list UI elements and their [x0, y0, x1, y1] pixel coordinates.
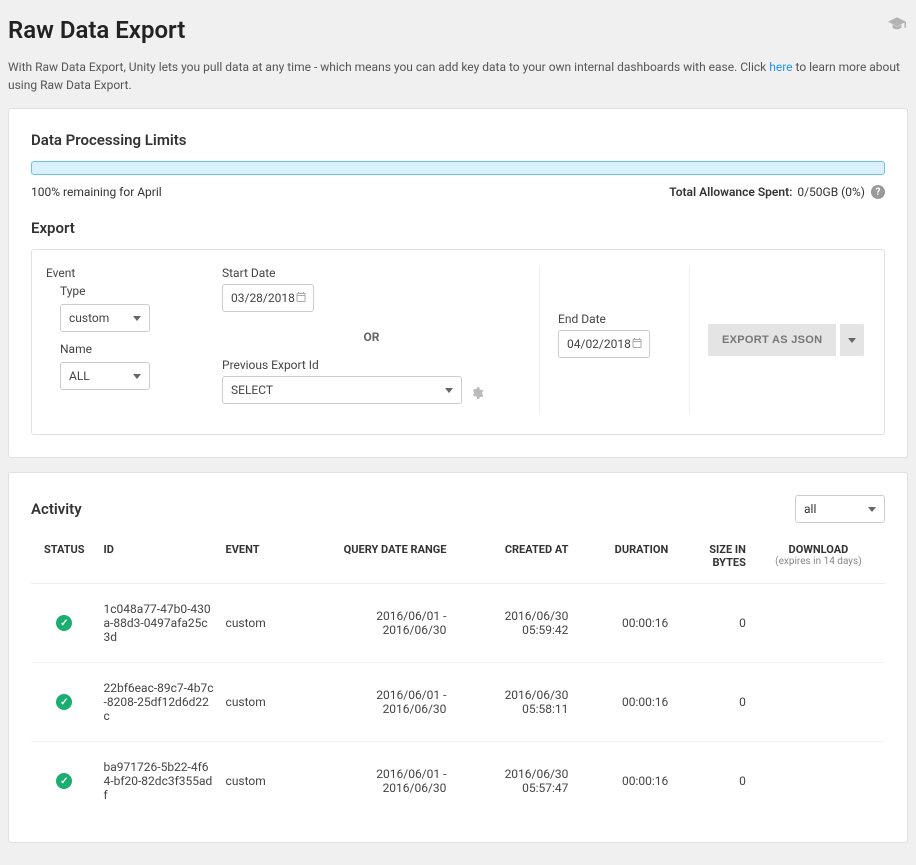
prev-export-label: Previous Export Id: [222, 358, 521, 372]
caret-down-icon: [133, 374, 141, 379]
col-download-sub: (expires in 14 days): [758, 556, 879, 567]
row-size: 0: [674, 742, 752, 821]
export-card: Data Processing Limits 100% remaining fo…: [8, 108, 908, 458]
row-size: 0: [674, 584, 752, 663]
row-download[interactable]: [752, 584, 885, 663]
col-range: QUERY DATE RANGE: [308, 537, 452, 584]
type-label: Type: [60, 284, 206, 298]
caret-down-icon: [848, 338, 856, 343]
row-event: custom: [220, 742, 309, 821]
caret-down-icon: [445, 388, 453, 393]
or-label: OR: [222, 330, 521, 344]
table-row: ✓ 22bf6eac-89c7-4b7c-8208-25df12d6d22ccus…: [31, 663, 885, 742]
status-ok-icon: ✓: [56, 694, 72, 710]
intro-text: With Raw Data Export, Unity lets you pul…: [8, 58, 908, 94]
export-dropdown-button[interactable]: [840, 324, 864, 356]
calendar-icon: [295, 291, 307, 306]
end-date-value: 04/02/2018: [567, 337, 631, 351]
row-event: custom: [220, 663, 309, 742]
name-value: ALL: [69, 369, 90, 383]
row-id: 1c048a77-47b0-430a-88d3-0497afa25c3d: [98, 584, 220, 663]
caret-down-icon: [868, 507, 876, 512]
start-date-label: Start Date: [222, 266, 521, 280]
gear-icon[interactable]: [470, 386, 484, 404]
status-ok-icon: ✓: [56, 615, 72, 631]
row-event: custom: [220, 584, 309, 663]
col-event: EVENT: [220, 537, 309, 584]
type-value: custom: [69, 311, 109, 325]
event-label: Event: [46, 266, 206, 280]
name-select[interactable]: ALL: [60, 362, 150, 390]
col-duration: DURATION: [574, 537, 674, 584]
limits-title: Data Processing Limits: [31, 131, 885, 149]
status-ok-icon: ✓: [56, 773, 72, 789]
allowance-label: Total Allowance Spent:: [669, 185, 792, 199]
row-range: 2016/06/01 - 2016/06/30: [308, 584, 452, 663]
intro-before: With Raw Data Export, Unity lets you pul…: [8, 60, 769, 74]
row-id: ba971726-5b22-4f64-bf20-82dc3f355adf: [98, 742, 220, 821]
prev-export-select[interactable]: SELECT: [222, 376, 462, 404]
row-download[interactable]: [752, 742, 885, 821]
export-button[interactable]: EXPORT AS JSON: [708, 324, 836, 356]
help-icon[interactable]: ?: [871, 185, 885, 199]
export-form: Event Type custom Name ALL Start Date 03…: [31, 249, 885, 435]
activity-table: STATUS ID EVENT QUERY DATE RANGE CREATED…: [31, 537, 885, 820]
row-created: 2016/06/30 05:57:47: [452, 742, 574, 821]
row-duration: 00:00:16: [574, 584, 674, 663]
remaining-text: 100% remaining for April: [31, 185, 162, 199]
row-download[interactable]: [752, 663, 885, 742]
end-date-input[interactable]: 04/02/2018: [558, 330, 650, 358]
col-id: ID: [98, 537, 220, 584]
col-created: CREATED AT: [452, 537, 574, 584]
row-created: 2016/06/30 05:58:11: [452, 663, 574, 742]
page-title: Raw Data Export: [8, 16, 185, 44]
row-duration: 00:00:16: [574, 742, 674, 821]
col-size: SIZE IN BYTES: [674, 537, 752, 584]
allowance-value: 0/50GB (0%): [797, 185, 865, 199]
prev-export-value: SELECT: [231, 383, 273, 397]
activity-title: Activity: [31, 500, 82, 518]
learn-more-link[interactable]: here: [769, 60, 792, 74]
activity-filter-select[interactable]: all: [795, 495, 885, 523]
calendar-icon: [631, 337, 643, 352]
start-date-input[interactable]: 03/28/2018: [222, 284, 314, 312]
start-date-value: 03/28/2018: [231, 291, 295, 305]
table-row: ✓ 1c048a77-47b0-430a-88d3-0497afa25c3dcus…: [31, 584, 885, 663]
row-created: 2016/06/30 05:59:42: [452, 584, 574, 663]
name-label: Name: [60, 342, 206, 356]
row-range: 2016/06/01 - 2016/06/30: [308, 663, 452, 742]
export-title: Export: [31, 219, 885, 237]
activity-filter-value: all: [804, 502, 816, 516]
row-size: 0: [674, 663, 752, 742]
col-status: STATUS: [31, 537, 98, 584]
row-duration: 00:00:16: [574, 663, 674, 742]
education-icon[interactable]: [888, 16, 908, 35]
col-download-label: DOWNLOAD: [789, 543, 849, 556]
table-row: ✓ ba971726-5b22-4f64-bf20-82dc3f355adfcus…: [31, 742, 885, 821]
type-select[interactable]: custom: [60, 304, 150, 332]
row-range: 2016/06/01 - 2016/06/30: [308, 742, 452, 821]
activity-card: Activity all STATUS ID EVENT QUERY DATE …: [8, 472, 908, 843]
row-id: 22bf6eac-89c7-4b7c-8208-25df12d6d22c: [98, 663, 220, 742]
caret-down-icon: [133, 316, 141, 321]
usage-progress-bar: [31, 161, 885, 175]
col-download: DOWNLOAD (expires in 14 days): [752, 537, 885, 584]
end-date-label: End Date: [558, 312, 671, 326]
